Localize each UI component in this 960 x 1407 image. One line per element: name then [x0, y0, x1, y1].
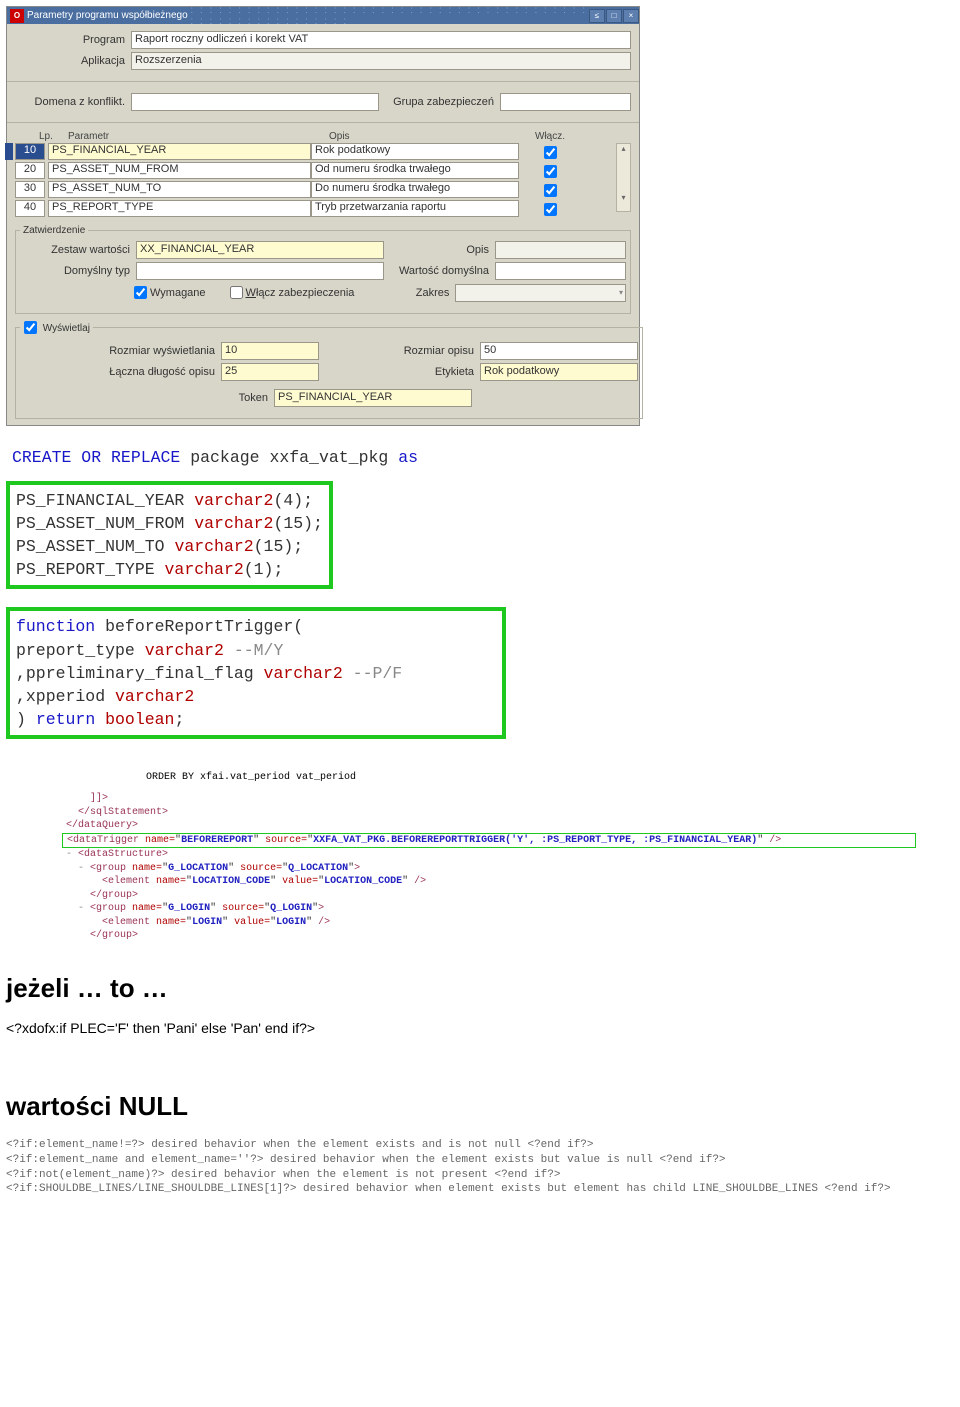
program-field[interactable]: Raport roczny odliczeń i korekt VAT	[131, 31, 631, 49]
application-label: Aplikacja	[15, 55, 131, 67]
function-box: function beforeReportTrigger( preport_ty…	[6, 607, 506, 738]
token-label: Token	[20, 392, 274, 404]
param-row[interactable]: 30PS_ASSET_NUM_TODo numeru środka trwałe…	[15, 181, 616, 200]
default-value-label: Wartość domyślna	[384, 265, 495, 277]
col-lp: Lp.	[39, 131, 65, 142]
enable-checkbox[interactable]	[544, 165, 557, 178]
col-wlacz: Włącz.	[535, 131, 575, 142]
col-param: Parametr	[68, 131, 329, 142]
param-name-cell[interactable]: PS_ASSET_NUM_FROM	[48, 162, 311, 179]
approval-fieldset: Zatwierdzenie Zestaw wartości XX_FINANCI…	[15, 225, 631, 314]
enable-checkbox[interactable]	[544, 146, 557, 159]
display-size-label: Rozmiar wyświetlania	[20, 345, 221, 357]
required-label: Wymagane	[150, 287, 206, 299]
lp-cell[interactable]: 40	[15, 200, 45, 217]
scroll-down-icon[interactable]: ▾	[617, 193, 630, 202]
required-checkbox[interactable]	[134, 286, 147, 299]
lp-cell[interactable]: 10	[15, 143, 45, 160]
null-examples: <?if:element_name!=?> desired behavior w…	[6, 1138, 954, 1197]
param-name-cell[interactable]: PS_REPORT_TYPE	[48, 200, 311, 217]
etykieta-field[interactable]: Rok podatkowy	[480, 363, 638, 381]
token-field[interactable]: PS_FINANCIAL_YEAR	[274, 389, 472, 407]
param-name-cell[interactable]: PS_ASSET_NUM_TO	[48, 181, 311, 198]
default-value-field[interactable]	[495, 262, 626, 280]
titlebar[interactable]: O Parametry programu współbieżnego : : :…	[7, 7, 639, 24]
xml-snippet: ORDER BY xfai.vat_period vat_period ]]> …	[6, 771, 916, 943]
display-fieldset: Wyświetlaj Rozmiar wyświetlania 10 Rozmi…	[15, 318, 643, 419]
forms-window: O Parametry programu współbieżnego : : :…	[6, 6, 640, 426]
approval-legend: Zatwierdzenie	[20, 225, 88, 236]
titlebar-filler: : : : : : : : : : : : : : : : : : : : : …	[190, 5, 588, 27]
lp-cell[interactable]: 20	[15, 162, 45, 179]
display-legend: Wyświetlaj	[20, 318, 93, 337]
etykieta-label: Etykieta	[319, 366, 480, 378]
maximize-button[interactable]: □	[606, 9, 622, 23]
scroll-up-icon[interactable]: ▴	[617, 144, 630, 153]
desc-size-field[interactable]: 50	[480, 342, 638, 360]
col-opis: Opis	[329, 131, 535, 142]
conflict-domain-field[interactable]	[131, 93, 379, 111]
security-group-label: Grupa zabezpieczeń	[379, 96, 500, 108]
default-type-label: Domyślny typ	[20, 265, 136, 277]
default-type-field[interactable]	[136, 262, 384, 280]
total-desc-field[interactable]: 25	[221, 363, 319, 381]
param-desc-cell[interactable]: Rok podatkowy	[311, 143, 519, 160]
desc-size-label: Rozmiar opisu	[319, 345, 480, 357]
lp-cell[interactable]: 30	[15, 181, 45, 198]
param-desc-cell[interactable]: Od numeru środka trwałego	[311, 162, 519, 179]
security-label: Włącz zabezpieczenia	[246, 287, 355, 299]
opis-field[interactable]	[495, 241, 626, 259]
window-control-buttons: ≤□×	[588, 9, 639, 23]
param-name-cell[interactable]: PS_FINANCIAL_YEAR	[48, 143, 311, 160]
param-desc-cell[interactable]: Tryb przetwarzania raportu	[311, 200, 519, 217]
range-dropdown[interactable]: ▾	[455, 284, 626, 302]
datatrigger-highlight: <dataTrigger name="BEFOREREPORT" source=…	[62, 833, 916, 849]
valueset-label: Zestaw wartości	[20, 244, 136, 256]
xdofx-example: <?xdofx:if PLEC='F' then 'Pani' else 'Pa…	[6, 1020, 954, 1036]
security-checkbox[interactable]	[230, 286, 243, 299]
conflict-domain-label: Domena z konflikt.	[15, 96, 131, 108]
plsql-code: CREATE OR REPLACE package xxfa_vat_pkg a…	[6, 446, 646, 745]
param-row[interactable]: 40PS_REPORT_TYPETryb przetwarzania rapor…	[15, 200, 616, 219]
scrollbar[interactable]: ▴ ▾	[616, 143, 631, 212]
total-desc-label: Łączna długość opisu	[20, 366, 221, 378]
oracle-icon: O	[10, 9, 24, 23]
opis-label: Opis	[384, 244, 495, 256]
param-desc-cell[interactable]: Do numeru środka trwałego	[311, 181, 519, 198]
enable-checkbox[interactable]	[544, 184, 557, 197]
heading-ifthen: jeżeli … to …	[6, 973, 954, 1004]
param-row[interactable]: 10PS_FINANCIAL_YEARRok podatkowy	[15, 143, 616, 162]
minimize-button[interactable]: ≤	[589, 9, 605, 23]
display-size-field[interactable]: 10	[221, 342, 319, 360]
enable-checkbox[interactable]	[544, 203, 557, 216]
close-button[interactable]: ×	[623, 9, 639, 23]
program-label: Program	[15, 34, 131, 46]
param-row[interactable]: 20PS_ASSET_NUM_FROMOd numeru środka trwa…	[15, 162, 616, 181]
security-group-field[interactable]	[500, 93, 631, 111]
valueset-field[interactable]: XX_FINANCIAL_YEAR	[136, 241, 384, 259]
window-title: Parametry programu współbieżnego	[27, 10, 188, 21]
range-label: Zakres	[394, 287, 455, 299]
vars-box: PS_FINANCIAL_YEAR varchar2(4); PS_ASSET_…	[6, 481, 333, 589]
heading-null: wartości NULL	[6, 1091, 954, 1122]
display-checkbox[interactable]	[24, 321, 37, 334]
application-field[interactable]: Rozszerzenia	[131, 52, 631, 70]
